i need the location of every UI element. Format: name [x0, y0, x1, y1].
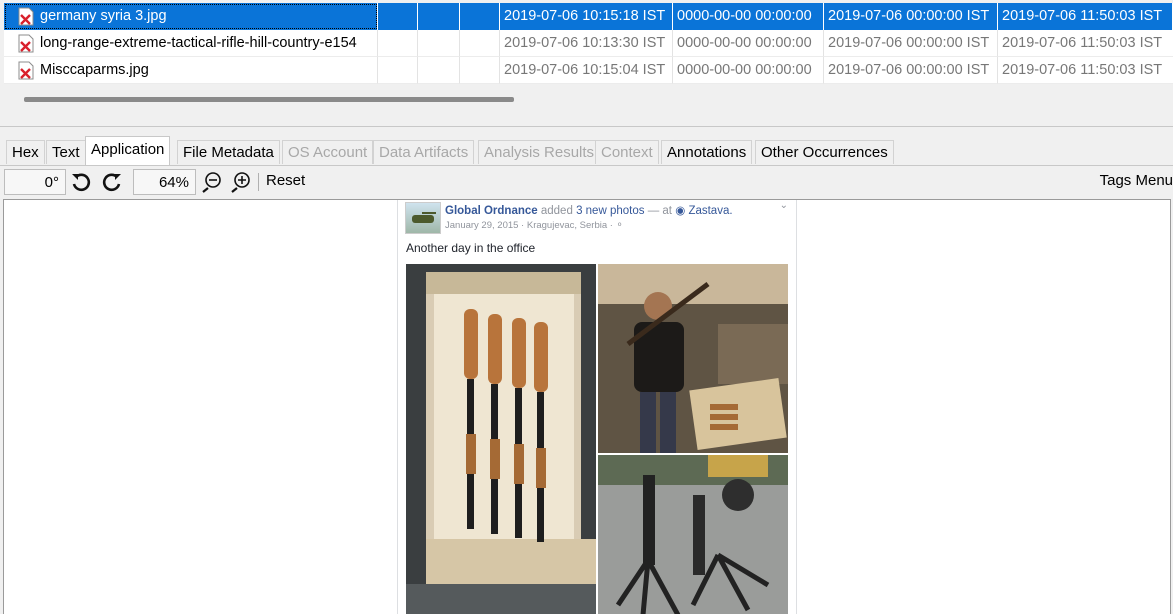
zoom-in-button[interactable]: [228, 170, 254, 194]
file-name-cell[interactable]: Misccaparms.jpg: [4, 57, 378, 84]
zoom-in-icon: [231, 172, 250, 193]
social-post-image: Global Ordnance added 3 new photos — at …: [397, 200, 797, 614]
empty-cell: [378, 30, 418, 57]
tab-application[interactable]: Application: [85, 136, 171, 165]
location-pin-icon: ◉: [675, 205, 686, 217]
broken-image-file-icon: [18, 7, 34, 26]
post-header: Global Ordnance added 3 new photos — at …: [445, 203, 733, 217]
empty-cell: [378, 57, 418, 84]
rotate-right-icon: [102, 173, 121, 192]
file-name: Misccaparms.jpg: [40, 62, 149, 78]
tab-file-metadata[interactable]: File Metadata: [177, 140, 280, 164]
tab-other-occurrences[interactable]: Other Occurrences: [755, 140, 894, 164]
accessed-time-cell: 0000-00-00 00:00:00: [673, 3, 824, 30]
file-name: germany syria 3.jpg: [40, 8, 167, 24]
tab-analysis-results: Analysis Results: [478, 140, 601, 164]
post-photos-link: 3 new photos: [576, 205, 645, 217]
file-name-cell[interactable]: germany syria 3.jpg: [4, 3, 378, 30]
modified-time-cell: 2019-07-06 11:50:03 IST: [998, 30, 1173, 57]
photo-machine-guns: [598, 455, 788, 614]
tab-hex[interactable]: Hex: [6, 140, 45, 164]
broken-image-file-icon: [18, 61, 34, 80]
accessed-time-cell: 0000-00-00 00:00:00: [673, 30, 824, 57]
tags-menu-button[interactable]: Tags Menu: [1100, 172, 1173, 189]
post-page-name: Global Ordnance: [445, 205, 538, 217]
tab-data-artifacts: Data Artifacts: [373, 140, 475, 164]
zoom-level-field[interactable]: 64%: [133, 169, 196, 195]
globe-icon: ⚬: [615, 220, 624, 231]
empty-cell: [460, 3, 500, 30]
empty-cell: [460, 30, 500, 57]
accessed-time-cell: 0000-00-00 00:00:00: [673, 57, 824, 84]
empty-cell: [418, 57, 460, 84]
empty-cell: [460, 57, 500, 84]
table-row[interactable]: long-range-extreme-tactical-rifle-hill-c…: [4, 30, 1173, 57]
post-date: January 29, 2015 · Kragujevac, Serbia · …: [445, 220, 624, 231]
created-time-cell: 2019-07-06 10:15:18 IST: [500, 3, 673, 30]
post-location: Zastava.: [688, 205, 733, 217]
rotate-left-icon: [72, 173, 91, 192]
tab-annotations[interactable]: Annotations: [661, 140, 753, 164]
zoom-out-icon: [202, 172, 221, 193]
rotate-right-button[interactable]: [99, 170, 125, 194]
post-at: — at: [647, 205, 672, 217]
empty-cell: [378, 3, 418, 30]
file-table: germany syria 3.jpg 2019-07-06 10:15:18 …: [0, 0, 1173, 127]
tab-context: Context: [595, 140, 659, 164]
changed-time-cell: 2019-07-06 00:00:00 IST: [824, 57, 998, 84]
tab-text[interactable]: Text: [46, 140, 86, 164]
changed-time-cell: 2019-07-06 00:00:00 IST: [824, 30, 998, 57]
page-avatar: [405, 202, 441, 234]
scrollbar-thumb[interactable]: [24, 97, 514, 102]
rotation-field[interactable]: 0°: [4, 169, 66, 195]
content-viewer-tabs: Hex Text Application File Metadata OS Ac…: [0, 136, 1173, 166]
tab-os-account: OS Account: [282, 140, 374, 164]
post-date-text: January 29, 2015 · Kragujevac, Serbia ·: [445, 220, 613, 231]
created-time-cell: 2019-07-06 10:13:30 IST: [500, 30, 673, 57]
photo-rifle-crate: [406, 264, 596, 614]
chevron-down-icon: ⌄: [779, 200, 788, 211]
empty-cell: [418, 30, 460, 57]
file-name-cell[interactable]: long-range-extreme-tactical-rifle-hill-c…: [4, 30, 378, 57]
table-row[interactable]: germany syria 3.jpg 2019-07-06 10:15:18 …: [4, 3, 1173, 30]
post-text: Another day in the office: [406, 241, 536, 255]
empty-cell: [418, 3, 460, 30]
table-row[interactable]: Misccaparms.jpg 2019-07-06 10:15:04 IST …: [4, 57, 1173, 84]
modified-time-cell: 2019-07-06 11:50:03 IST: [998, 3, 1173, 30]
toolbar-separator: [258, 173, 259, 191]
post-action: added: [540, 205, 573, 217]
rotate-left-button[interactable]: [68, 170, 94, 194]
created-time-cell: 2019-07-06 10:15:04 IST: [500, 57, 673, 84]
changed-time-cell: 2019-07-06 00:00:00 IST: [824, 3, 998, 30]
zoom-out-button[interactable]: [199, 170, 225, 194]
photo-man-with-rifle: [598, 264, 788, 453]
horizontal-scrollbar[interactable]: [4, 88, 1173, 110]
modified-time-cell: 2019-07-06 11:50:03 IST: [998, 57, 1173, 84]
file-name: long-range-extreme-tactical-rifle-hill-c…: [40, 35, 357, 51]
image-viewer[interactable]: Global Ordnance added 3 new photos — at …: [3, 199, 1171, 614]
reset-button[interactable]: Reset: [266, 172, 305, 189]
image-viewer-toolbar: 0° 64% Reset Tags Menu: [0, 166, 1173, 198]
broken-image-file-icon: [18, 34, 34, 53]
